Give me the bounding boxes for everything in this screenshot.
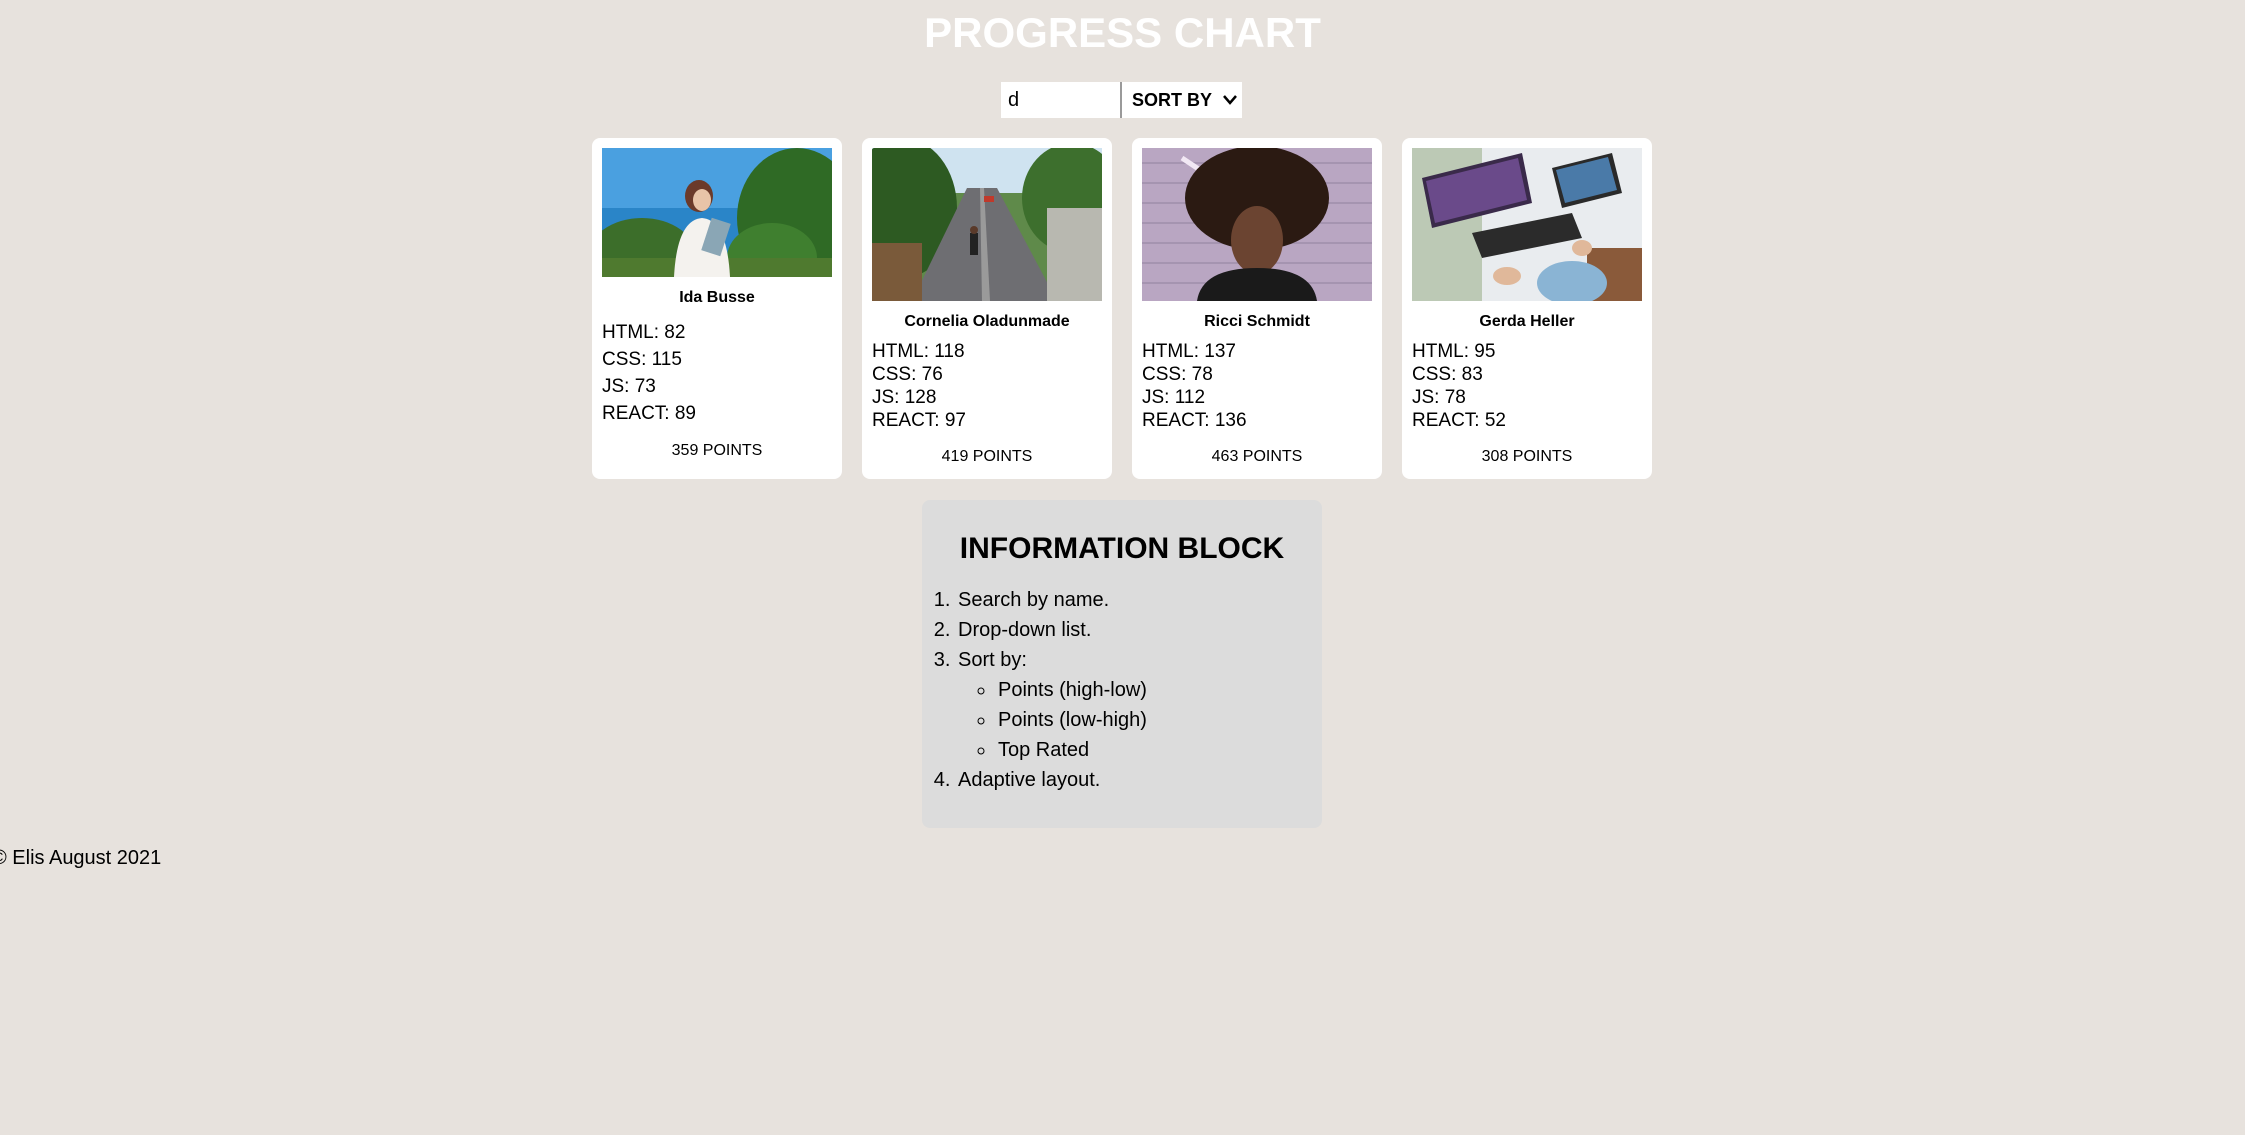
stat-js: JS: 78 (1412, 387, 1466, 408)
skill-stats: HTML: 118 CSS: 76 JS: 128 REACT: 97 (872, 340, 1102, 432)
portrait-man-photo (1142, 148, 1372, 301)
student-card: Cornelia Oladunmade HTML: 118 CSS: 76 JS… (862, 138, 1112, 479)
total-points: 359 POINTS (671, 442, 763, 459)
stat-html: HTML: 118 (872, 341, 965, 362)
total-points: 463 POINTS (1211, 448, 1303, 465)
street-walker-photo (872, 148, 1102, 301)
stat-html: HTML: 95 (1412, 341, 1496, 362)
info-list: Search by name. Drop-down list. Sort by:… (922, 585, 1322, 795)
sort-option: Points (low-high) (996, 705, 1322, 735)
student-card: Ida Busse HTML: 82 CSS: 115 JS: 73 REACT… (592, 138, 842, 479)
skill-stats: HTML: 82 CSS: 115 JS: 73 REACT: 89 (602, 319, 832, 427)
stat-css: CSS: 115 (602, 349, 682, 370)
student-name: Cornelia Oladunmade (904, 313, 1070, 330)
stat-js: JS: 73 (602, 376, 656, 397)
info-item-label: Sort by: (958, 649, 1027, 671)
stat-react: REACT: 89 (602, 403, 696, 424)
info-title: INFORMATION BLOCK (959, 532, 1285, 565)
chevron-down-icon (1223, 95, 1237, 105)
desk-workspace-photo (1412, 148, 1642, 301)
info-item-sort: Sort by: Points (high-low) Points (low-h… (956, 645, 1322, 765)
woman-reading-photo (602, 148, 832, 277)
stat-css: CSS: 78 (1142, 364, 1213, 385)
total-points: 419 POINTS (941, 448, 1033, 465)
search-sort-controls: SORT BY (1001, 82, 1242, 118)
page-title: PROGRESS CHART (924, 9, 1321, 56)
student-card: Gerda Heller HTML: 95 CSS: 83 JS: 78 REA… (1402, 138, 1652, 479)
sort-option: Points (high-low) (996, 675, 1322, 705)
info-item: Adaptive layout. (956, 765, 1322, 795)
total-points: 308 POINTS (1481, 448, 1573, 465)
stat-react: REACT: 52 (1412, 410, 1506, 431)
stat-css: CSS: 83 (1412, 364, 1483, 385)
skill-stats: HTML: 137 CSS: 78 JS: 112 REACT: 136 (1142, 340, 1372, 432)
stat-css: CSS: 76 (872, 364, 943, 385)
stat-html: HTML: 137 (1142, 341, 1236, 362)
sort-by-label: SORT BY (1132, 89, 1213, 110)
sort-options-list: Points (high-low) Points (low-high) Top … (958, 675, 1322, 765)
info-item: Search by name. (956, 585, 1322, 615)
stat-react: REACT: 97 (872, 410, 966, 431)
stat-react: REACT: 136 (1142, 410, 1247, 431)
stat-js: JS: 128 (872, 387, 937, 408)
stat-js: JS: 112 (1142, 387, 1206, 408)
student-name: Gerda Heller (1479, 313, 1575, 330)
search-input[interactable] (1001, 82, 1122, 118)
student-name: Ida Busse (679, 289, 755, 306)
sort-option: Top Rated (996, 735, 1322, 765)
skill-stats: HTML: 95 CSS: 83 JS: 78 REACT: 52 (1412, 340, 1642, 432)
footer-copyright: © Elis August 2021 (0, 847, 162, 869)
student-card: Ricci Schmidt HTML: 137 CSS: 78 JS: 112 … (1132, 138, 1382, 479)
sort-by-dropdown[interactable]: SORT BY (1122, 82, 1242, 118)
information-block: INFORMATION BLOCK Search by name. Drop-d… (922, 500, 1322, 828)
stat-html: HTML: 82 (602, 322, 686, 343)
info-item: Drop-down list. (956, 615, 1322, 645)
student-name: Ricci Schmidt (1204, 313, 1310, 330)
